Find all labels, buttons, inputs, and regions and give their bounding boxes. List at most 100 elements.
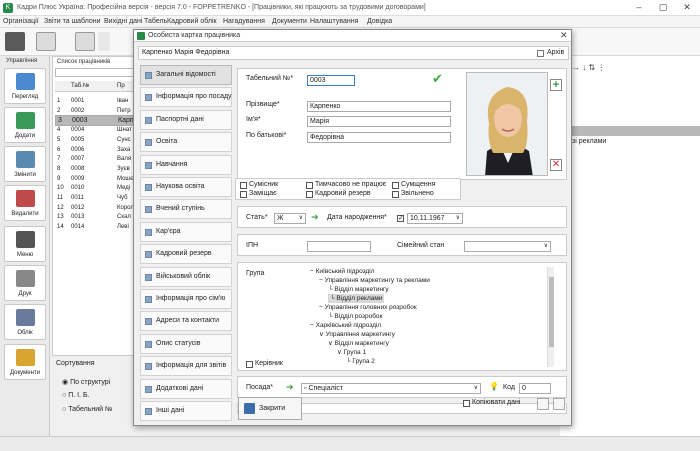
- nav-item[interactable]: Навчання: [140, 154, 232, 175]
- nav-item[interactable]: Кар'єра: [140, 221, 232, 242]
- nav-item[interactable]: Освіта: [140, 132, 232, 153]
- table-row[interactable]: 7 0007 Валя: [55, 154, 135, 164]
- group-tree[interactable]: − Київський підрозділ − Управління маркет…: [306, 267, 552, 367]
- close-button[interactable]: Закрити: [238, 397, 302, 420]
- tree-node[interactable]: − Управління маркетингу та реклами: [319, 276, 430, 285]
- tree-node[interactable]: ∨ Управління маркетингу: [319, 330, 395, 339]
- position-select[interactable]: ▫ Спеціаліст ∨: [301, 383, 481, 394]
- menu-item[interactable]: Нагадування: [223, 18, 265, 25]
- sort-option-number[interactable]: ○ Табельний №: [62, 406, 113, 413]
- table-row[interactable]: 10 0010 Меді: [55, 183, 135, 193]
- tree-node[interactable]: └ Група 2: [346, 357, 375, 366]
- table-row[interactable]: 8 0008 Зуєв: [55, 164, 135, 174]
- table-row[interactable]: 12 0012 Корол: [55, 203, 135, 213]
- print-button[interactable]: Друк: [4, 265, 46, 301]
- sort-option-structure[interactable]: ◉ По структурі: [62, 378, 110, 386]
- close-icon[interactable]: ✕: [676, 1, 698, 14]
- menu-item[interactable]: Табель: [144, 18, 167, 25]
- tree-scrollbar[interactable]: [547, 267, 554, 367]
- grid-toolbar-icons[interactable]: → ↓ ⇅ ⋮: [572, 63, 605, 72]
- copy-data-checkbox[interactable]: [463, 400, 470, 407]
- nav-item[interactable]: Паспортні дані: [140, 109, 232, 130]
- table-row[interactable]: 14 0014 Леві: [55, 222, 135, 232]
- tree-node[interactable]: └ Відділ маркетингу: [328, 285, 389, 294]
- edit-card-icon[interactable]: [537, 398, 549, 410]
- tree-node[interactable]: ∨ Відділ маркетингу: [328, 339, 389, 348]
- reports-icon[interactable]: [75, 32, 95, 51]
- menu-item[interactable]: Організації: [3, 18, 39, 25]
- lightbulb-icon[interactable]: 💡: [489, 382, 499, 391]
- tab-number-field[interactable]: 0003: [307, 75, 355, 86]
- sort-option-name[interactable]: ○ П. І. Б.: [62, 392, 89, 399]
- tree-node[interactable]: − Київський підрозділ: [310, 267, 375, 276]
- table-row[interactable]: 9 0009 Мошє: [55, 174, 135, 184]
- menu-item[interactable]: Кадровий облік: [167, 18, 217, 25]
- folder-icon[interactable]: [5, 32, 25, 51]
- nav-item[interactable]: Вчений ступінь: [140, 199, 232, 220]
- menu-item[interactable]: Звіти та шаблони: [44, 18, 101, 25]
- add-button[interactable]: Додати: [4, 107, 46, 143]
- ipn-field[interactable]: [307, 241, 371, 252]
- nav-item[interactable]: Інформація для звітів: [140, 356, 232, 377]
- table-row[interactable]: 5 0005 Сунс: [55, 135, 135, 145]
- tree-node[interactable]: └ Відділ розробок: [328, 312, 382, 321]
- flag-checkbox[interactable]: [306, 182, 313, 189]
- dialog-close-icon[interactable]: ✕: [560, 30, 568, 41]
- nav-item[interactable]: Кадровий резерв: [140, 244, 232, 265]
- chevron-down-icon[interactable]: [98, 32, 110, 51]
- flag-checkbox[interactable]: [392, 182, 399, 189]
- code-field[interactable]: 0: [519, 383, 551, 394]
- nav-item[interactable]: Адреси та контакти: [140, 311, 232, 332]
- table-row[interactable]: 6 0006 Заха: [55, 145, 135, 155]
- menu-item[interactable]: Довідка: [367, 18, 392, 25]
- employee-photo[interactable]: [466, 72, 548, 176]
- table-row[interactable]: 11 0011 Чуб: [55, 193, 135, 203]
- document-icon[interactable]: [36, 32, 56, 51]
- nav-item[interactable]: Інформація про сім'ю: [140, 289, 232, 309]
- tree-node[interactable]: ∨ Група 1: [337, 348, 366, 357]
- table-row[interactable]: 13 0013 Скал: [55, 212, 135, 222]
- nav-item[interactable]: Опис статусів: [140, 333, 232, 354]
- nav-item[interactable]: Наукова освіта: [140, 177, 232, 197]
- tree-node[interactable]: − Харківський підрозділ: [310, 321, 381, 330]
- sex-select[interactable]: Ж ∨: [274, 213, 306, 224]
- flag-checkbox[interactable]: [392, 191, 399, 198]
- minimize-icon[interactable]: –: [628, 1, 650, 14]
- employee-search-input[interactable]: [55, 68, 135, 77]
- table-row[interactable]: 4 0004 Шнат: [55, 125, 135, 135]
- nav-item[interactable]: Військовий облік: [140, 266, 232, 287]
- table-row[interactable]: 2 0002 Петр: [55, 106, 135, 116]
- table-row[interactable]: 1 0001 Іван: [55, 96, 135, 106]
- menu-button[interactable]: Меню: [4, 226, 46, 262]
- birth-date-picker[interactable]: 10.11.1967 ∨: [407, 213, 463, 224]
- firstname-field[interactable]: Марія: [307, 116, 451, 127]
- nav-item[interactable]: Інформація про посаду: [140, 87, 232, 108]
- nav-item[interactable]: Загальні відомості: [140, 65, 232, 85]
- view-button[interactable]: Перегляд: [4, 68, 46, 104]
- print-card-icon[interactable]: [553, 398, 565, 410]
- archive-checkbox[interactable]: [537, 50, 544, 57]
- menu-item[interactable]: Налаштування: [310, 18, 358, 25]
- delete-photo-icon[interactable]: ✕: [550, 159, 562, 171]
- surname-field[interactable]: Карпенко: [307, 101, 451, 112]
- flag-checkbox[interactable]: [240, 182, 247, 189]
- add-photo-icon[interactable]: +: [550, 79, 562, 91]
- edit-button[interactable]: Змінити: [4, 146, 46, 182]
- nav-item[interactable]: Додаткові дані: [140, 378, 232, 399]
- documents-button[interactable]: Документи: [4, 344, 46, 380]
- family-select[interactable]: ∨: [464, 241, 551, 252]
- tree-node[interactable]: − Управління головних розробок: [319, 303, 417, 312]
- nav-item[interactable]: Інші дані: [140, 401, 232, 421]
- menu-item[interactable]: Вихідні дані: [104, 18, 142, 25]
- birth-checkbox[interactable]: [397, 214, 404, 222]
- maximize-icon[interactable]: ▢: [652, 1, 674, 14]
- tree-node[interactable]: └ Відділ реклами: [328, 294, 385, 303]
- flag-checkbox[interactable]: [240, 191, 247, 198]
- flag-checkbox[interactable]: [306, 191, 313, 198]
- patronymic-field[interactable]: Федорівна: [307, 132, 451, 143]
- accounting-button[interactable]: Облік: [4, 304, 46, 340]
- flag-label: Тимчасово не працює: [315, 181, 387, 188]
- delete-button[interactable]: Видалити: [4, 185, 46, 221]
- manager-checkbox[interactable]: [246, 361, 253, 368]
- menu-item[interactable]: Документи: [272, 18, 307, 25]
